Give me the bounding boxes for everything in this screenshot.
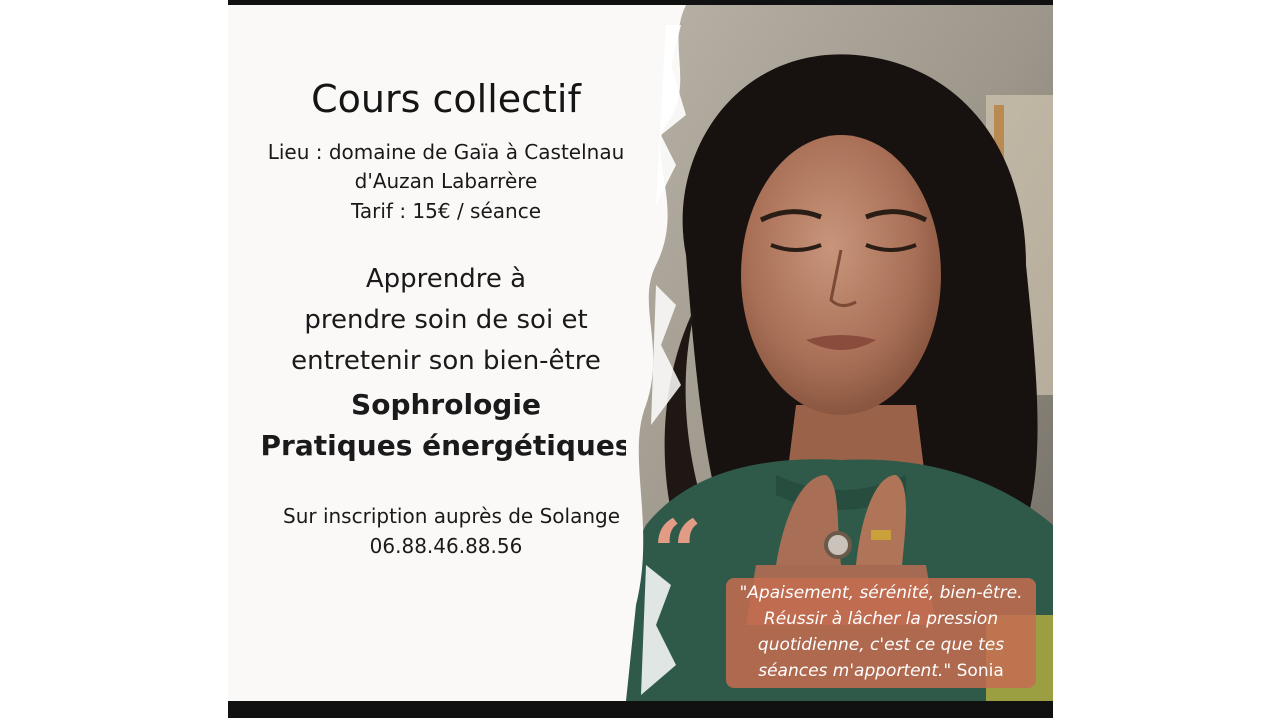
tagline-line-2: prendre soin de soi et — [304, 305, 588, 335]
location-line-1: Lieu : domaine de Gaïa à Castelnau — [267, 140, 625, 164]
top-border — [228, 0, 1053, 5]
testimonial-line-1: "Apaisement, sérénité, bien-être. — [739, 583, 1023, 603]
discipline-sophrologie: Sophrologie — [351, 388, 541, 421]
testimonial-line-2: Réussir à lâcher la pression — [763, 609, 999, 629]
location-line-2: d'Auzan Labarrère — [354, 169, 538, 193]
testimonial-author: Sonia — [956, 661, 1004, 681]
tagline-line-3: entretenir son bien-être — [291, 346, 601, 376]
quote-icon: “ — [652, 500, 703, 604]
registration-info: Sur inscription auprès de Solange — [283, 504, 621, 528]
phone-number: 06.88.46.88.56 — [369, 534, 523, 558]
poster-title: Cours collectif — [311, 77, 581, 121]
discipline-energetic-practices: Pratiques énergétiques — [260, 429, 632, 462]
testimonial-line-4-text: séances m'apportent." — [758, 661, 952, 681]
price: Tarif : 15€ / séance — [350, 199, 542, 223]
testimonial-line-3: quotidienne, c'est ce que tes — [757, 635, 1005, 655]
tagline-line-1: Apprendre à — [365, 264, 527, 294]
testimonial-line-4: séances m'apportent." Sonia — [726, 658, 1036, 684]
bottom-border — [228, 701, 1053, 718]
